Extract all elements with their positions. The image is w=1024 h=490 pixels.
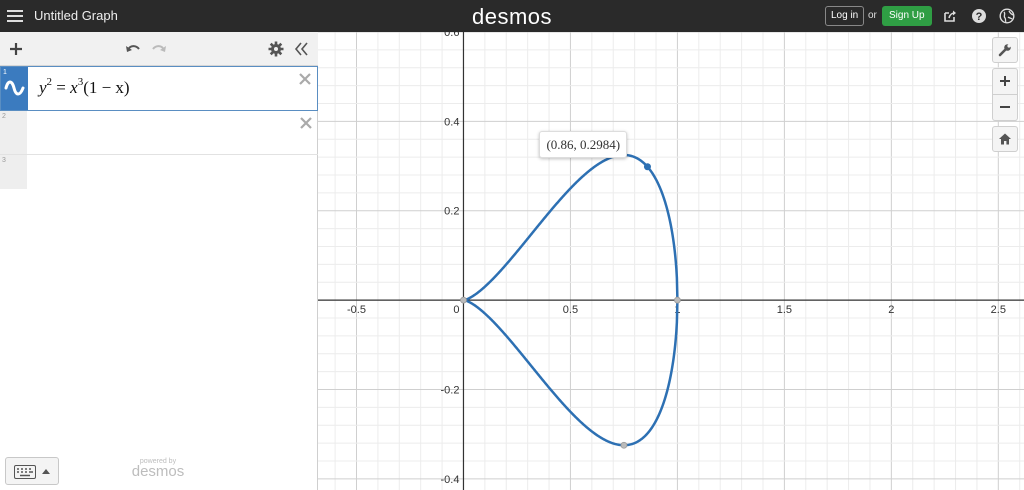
x-tick-label: 0 <box>453 304 459 316</box>
y-tick-label: 0.2 <box>444 206 459 218</box>
signup-button[interactable]: Sign Up <box>882 6 932 26</box>
svg-text:?: ? <box>976 11 983 23</box>
x-tick-label: 2 <box>888 304 894 316</box>
graph-style-icon[interactable] <box>4 79 25 97</box>
zoom-in-button[interactable] <box>992 68 1018 95</box>
expression-gutter[interactable]: 2 <box>0 111 27 154</box>
zoom-out-button[interactable] <box>992 94 1018 121</box>
globe-icon[interactable] <box>999 8 1015 24</box>
point-of-interest <box>460 296 467 304</box>
math-factor: (1 − x) <box>83 78 130 97</box>
x-tick-label: -0.5 <box>347 304 366 316</box>
redo-icon[interactable] <box>150 40 168 58</box>
expression-panel: 1 y2 = x3(1 − x) 2 3 powered by desmos <box>0 32 318 490</box>
caret-up-icon <box>42 469 50 474</box>
graph-plot[interactable]: -0.5 0 0.5 1 1.5 2 2.50.60.40.2-0.2-0.4 <box>318 32 1024 490</box>
or-label: or <box>868 10 877 21</box>
expression-list: 1 y2 = x3(1 − x) 2 3 <box>0 66 318 199</box>
expression-row-2[interactable]: 2 <box>0 111 318 155</box>
expression-gutter[interactable]: 3 <box>0 155 27 189</box>
x-tick-label: 0.5 <box>563 304 578 316</box>
share-icon[interactable] <box>942 8 958 24</box>
expression-toolbar <box>0 32 318 66</box>
help-icon[interactable]: ? <box>971 8 987 24</box>
expression-input[interactable]: y2 = x3(1 − x) <box>39 76 130 98</box>
graph-canvas[interactable]: -0.5 0 0.5 1 1.5 2 2.5 0.6 0.4 0.2 -0.2 -0.4 (0.86,… <box>318 32 1024 490</box>
math-var-y: y <box>39 78 47 97</box>
math-exponent: 3 <box>77 76 84 88</box>
delete-expression-icon[interactable] <box>298 72 312 86</box>
default-viewport-button[interactable] <box>992 126 1018 152</box>
powered-by-desmos[interactable]: powered by desmos <box>128 458 188 480</box>
home-icon <box>999 133 1011 145</box>
powered-by-logo: desmos <box>131 463 185 480</box>
zoom-in-icon <box>1000 76 1010 86</box>
top-bar: Untitled Graph desmos Log in or Sign Up … <box>0 0 1024 32</box>
expression-number: 2 <box>2 113 6 120</box>
math-var-x: x <box>70 78 78 97</box>
y-tick-label: -0.2 <box>441 384 460 396</box>
x-tick-label: 1.5 <box>777 304 792 316</box>
undo-icon[interactable] <box>124 40 142 58</box>
zoom-out-icon <box>1000 106 1010 108</box>
x-tick-label: 2.5 <box>991 304 1006 316</box>
highlighted-point <box>643 163 651 171</box>
graph-settings-button[interactable] <box>992 37 1018 63</box>
collapse-icon[interactable] <box>292 40 310 58</box>
expression-number: 1 <box>3 69 7 76</box>
y-tick-label: 0.6 <box>444 32 459 39</box>
add-icon[interactable] <box>7 40 25 58</box>
keyboard-icon <box>14 465 36 479</box>
keyboard-toggle-button[interactable] <box>5 457 59 485</box>
settings-icon[interactable] <box>267 40 285 58</box>
y-tick-label: -0.4 <box>441 474 460 486</box>
expression-number: 3 <box>2 157 6 164</box>
math-equals: = <box>56 78 66 97</box>
expression-row-3[interactable]: 3 <box>0 155 318 199</box>
point-of-interest <box>674 296 681 304</box>
menu-icon[interactable] <box>7 8 23 24</box>
point-of-interest <box>620 441 628 449</box>
wrench-icon <box>998 44 1011 57</box>
math-exponent: 2 <box>46 76 53 88</box>
expression-gutter[interactable]: 1 <box>1 67 28 110</box>
graph-title[interactable]: Untitled Graph <box>34 8 118 23</box>
y-tick-label: 0.4 <box>444 116 459 128</box>
delete-expression-icon[interactable] <box>299 116 313 130</box>
point-coordinate-tooltip[interactable]: (0.86, 0.2984) <box>539 130 628 158</box>
login-button[interactable]: Log in <box>825 6 865 26</box>
expression-row-1[interactable]: 1 y2 = x3(1 − x) <box>0 66 318 111</box>
